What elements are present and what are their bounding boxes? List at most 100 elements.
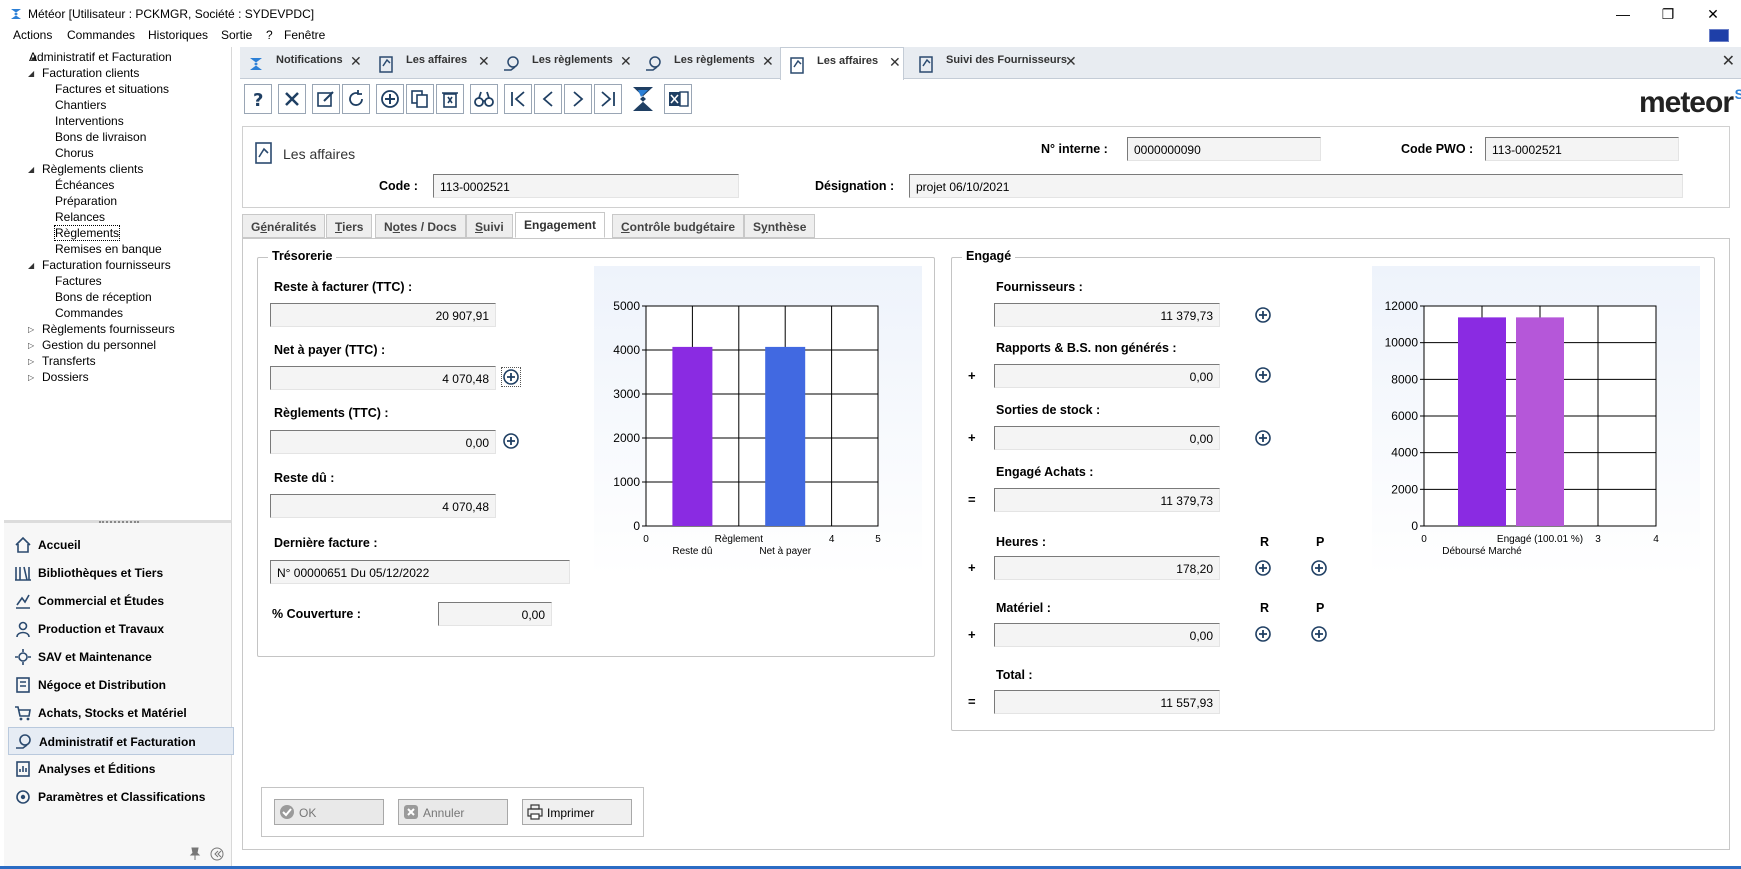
close-tab-icon[interactable]: ✕ <box>620 53 632 70</box>
heures-p-add-icon[interactable] <box>1310 559 1328 577</box>
menu-commandes[interactable]: Commandes <box>67 28 135 42</box>
total-field[interactable]: 11 557,93 <box>994 690 1220 714</box>
net-payer-add-icon[interactable] <box>501 367 521 387</box>
close-all-tabs-icon[interactable]: ✕ <box>1722 51 1735 71</box>
tree-expand-icon[interactable]: ◢ <box>28 165 34 174</box>
tree-item-factures[interactable]: Factures <box>55 274 102 288</box>
doc-tab-reglements-2[interactable]: Les règlements ✕ <box>638 47 774 79</box>
sorties-field[interactable]: 0,00 <box>994 426 1220 450</box>
tree-item-gestion-personnel[interactable]: Gestion du personnel <box>42 338 156 352</box>
tree-item-bons-livraison[interactable]: Bons de livraison <box>55 130 146 144</box>
restore-button[interactable]: ❐ <box>1648 3 1688 25</box>
materiel-p-add-icon[interactable] <box>1310 625 1328 643</box>
tab-generalites[interactable]: Généralités <box>242 214 326 238</box>
ok-button[interactable]: OK <box>274 799 384 825</box>
menu-historiques[interactable]: Historiques <box>148 28 208 42</box>
tree-item-reglements-clients[interactable]: Règlements clients <box>42 162 143 176</box>
delete-button[interactable] <box>436 84 464 114</box>
nav-analyses[interactable]: Analyses et Éditions <box>8 755 234 783</box>
close-tab-icon[interactable]: ✕ <box>350 53 362 70</box>
nav-negoce[interactable]: Négoce et Distribution <box>8 671 234 699</box>
tree-item-transferts[interactable]: Transferts <box>42 354 96 368</box>
tree-item-bons-reception[interactable]: Bons de réception <box>55 290 152 304</box>
tree-item-chantiers[interactable]: Chantiers <box>55 98 106 112</box>
doc-tab-notifications[interactable]: Notifications ✕ <box>240 47 364 79</box>
tab-engagement[interactable]: Engagement <box>515 212 606 238</box>
edit-button[interactable] <box>312 84 340 114</box>
refresh-button[interactable] <box>342 84 370 114</box>
tree-item-reglements[interactable]: Règlements <box>53 225 121 241</box>
tree-item-facturation-clients[interactable]: Facturation clients <box>42 66 139 80</box>
menu-help[interactable]: ? <box>266 28 273 42</box>
cancel-toolbar-button[interactable] <box>278 84 306 114</box>
nav-accueil[interactable]: Accueil <box>8 531 234 559</box>
help-button[interactable]: ? <box>244 84 272 114</box>
reste-facturer-field[interactable]: 20 907,91 <box>270 303 496 327</box>
menu-sortie[interactable]: Sortie <box>221 28 252 42</box>
tab-tiers[interactable]: Tiers <box>326 214 373 238</box>
last-record-button[interactable] <box>594 84 622 114</box>
code-field[interactable]: 113-0002521 <box>433 174 739 198</box>
tree-item-factures-situations[interactable]: Factures et situations <box>55 82 169 96</box>
tree-item-preparation[interactable]: Préparation <box>55 194 117 208</box>
reglements-add-icon[interactable] <box>502 432 520 450</box>
tree-collapse-icon[interactable]: ▷ <box>28 325 34 334</box>
excel-export-button[interactable] <box>664 84 692 114</box>
net-payer-field[interactable]: 4 070,48 <box>270 366 496 390</box>
tab-controle-budgetaire[interactable]: Contrôle budgétaire <box>612 214 745 238</box>
tab-notes-docs[interactable]: Notes / Docs <box>375 214 466 238</box>
tree-collapse-icon[interactable]: ▷ <box>28 357 34 366</box>
tree-item-remises-banque[interactable]: Remises en banque <box>55 242 162 256</box>
reglements-field[interactable]: 0,00 <box>270 430 496 454</box>
tab-synthese[interactable]: Synthèse <box>744 214 816 238</box>
previous-record-button[interactable] <box>534 84 562 114</box>
close-tab-icon[interactable]: ✕ <box>762 53 774 70</box>
collapse-panel-icon[interactable] <box>210 847 224 861</box>
splitter-grip[interactable] <box>99 521 139 525</box>
fournisseurs-add-icon[interactable] <box>1254 306 1272 324</box>
menu-fenetre[interactable]: Fenêtre <box>284 28 325 42</box>
tree-expand-icon[interactable]: ◢ <box>28 261 34 270</box>
nav-commercial[interactable]: Commercial et Études <box>8 587 234 615</box>
num-interne-field[interactable]: 0000000090 <box>1127 137 1321 161</box>
nav-administratif[interactable]: Administratif et Facturation <box>8 727 234 755</box>
designation-field[interactable]: projet 06/10/2021 <box>909 174 1683 198</box>
tree-expand-icon[interactable]: ◢ <box>28 69 34 78</box>
close-window-button[interactable]: ✕ <box>1693 3 1733 25</box>
tree-item-interventions[interactable]: Interventions <box>55 114 124 128</box>
nav-bibliotheques[interactable]: Bibliothèques et Tiers <box>8 559 234 587</box>
nav-sav[interactable]: SAV et Maintenance <box>8 643 234 671</box>
rapports-field[interactable]: 0,00 <box>994 364 1220 388</box>
annuler-button[interactable]: Annuler <box>398 799 508 825</box>
tree-item-administratif[interactable]: Administratif et Facturation <box>29 50 172 64</box>
sorties-add-icon[interactable] <box>1254 429 1272 447</box>
doc-tab-affaires[interactable]: Les affaires ✕ <box>370 47 490 79</box>
nav-achats[interactable]: Achats, Stocks et Matériel <box>8 699 234 727</box>
doc-tab-suivi-fournisseurs[interactable]: Suivi des Fournisseurs ✕ <box>910 47 1080 79</box>
materiel-field[interactable]: 0,00 <box>994 623 1220 647</box>
doc-tab-affaires-active[interactable]: Les affaires ✕ <box>780 47 904 80</box>
nav-parametres[interactable]: Paramètres et Classifications <box>8 783 234 811</box>
pin-icon[interactable] <box>188 847 202 861</box>
tree-item-chorus[interactable]: Chorus <box>55 146 94 160</box>
engage-achats-field[interactable]: 11 379,73 <box>994 488 1220 512</box>
close-tab-icon[interactable]: ✕ <box>1065 53 1077 70</box>
doc-tab-reglements-1[interactable]: Les règlements ✕ <box>496 47 632 79</box>
close-tab-icon[interactable]: ✕ <box>889 54 901 71</box>
heures-field[interactable]: 178,20 <box>994 556 1220 580</box>
search-button[interactable] <box>470 84 498 114</box>
add-button[interactable] <box>376 84 404 114</box>
minimize-button[interactable]: — <box>1603 3 1643 25</box>
derniere-facture-field[interactable]: N° 00000651 Du 05/12/2022 <box>270 560 570 584</box>
tree-item-commandes[interactable]: Commandes <box>55 306 123 320</box>
tree-collapse-icon[interactable]: ▷ <box>28 341 34 350</box>
heures-r-add-icon[interactable] <box>1254 559 1272 577</box>
tree-item-reglements-fournisseurs[interactable]: Règlements fournisseurs <box>42 322 175 336</box>
imprimer-button[interactable]: Imprimer <box>522 799 632 825</box>
tree-item-echeances[interactable]: Échéances <box>55 178 114 192</box>
first-record-button[interactable] <box>504 84 532 114</box>
next-record-button[interactable] <box>564 84 592 114</box>
tree-item-relances[interactable]: Relances <box>55 210 105 224</box>
code-pwo-field[interactable]: 113-0002521 <box>1485 137 1679 161</box>
tree-collapse-icon[interactable]: ▷ <box>28 373 34 382</box>
